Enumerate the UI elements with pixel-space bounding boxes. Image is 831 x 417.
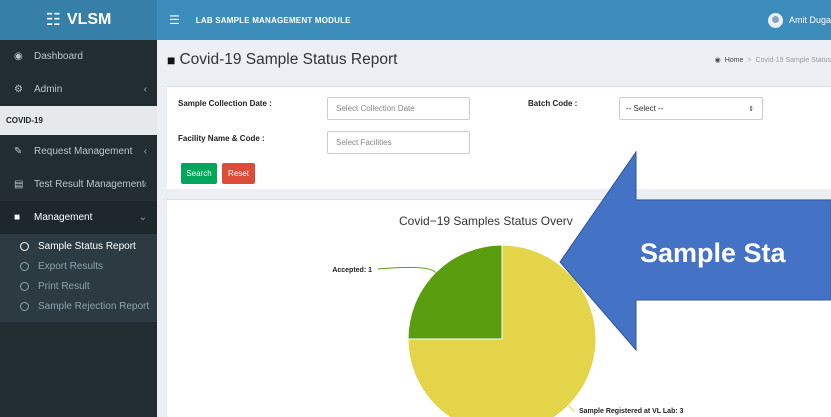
callout-overlay: Sample Sta <box>559 150 831 352</box>
callout-text: Sample Sta <box>640 238 787 268</box>
